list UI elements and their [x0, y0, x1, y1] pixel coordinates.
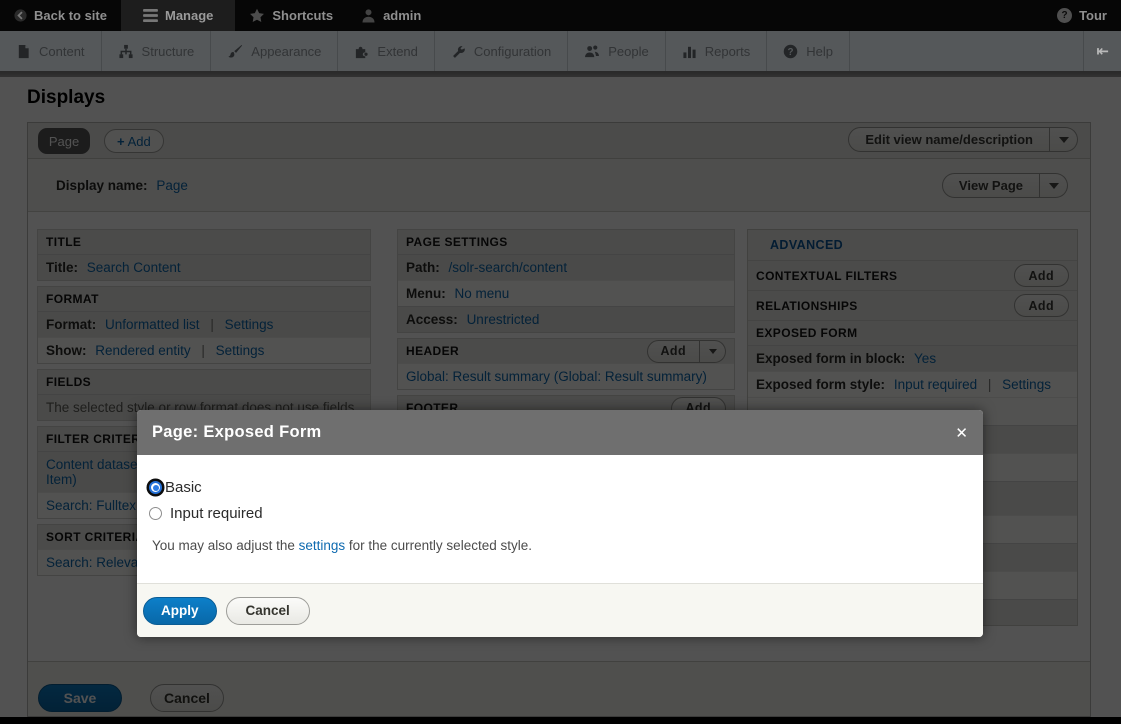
- admin-menu-tray: Content Structure Appearance Extend Conf…: [0, 31, 1121, 71]
- content-icon: [16, 44, 31, 59]
- help-icon: ?: [783, 44, 798, 59]
- menu-item-content[interactable]: Content: [0, 31, 102, 71]
- dialog-title: Page: Exposed Form: [152, 423, 955, 442]
- radio-button-selected[interactable]: [149, 481, 162, 494]
- apply-button[interactable]: Apply: [143, 597, 217, 625]
- user-icon: [361, 8, 376, 23]
- dialog-footer: Apply Cancel: [137, 583, 983, 637]
- settings-link[interactable]: settings: [299, 538, 346, 553]
- radio-option-basic[interactable]: Basic: [149, 479, 968, 496]
- menu-item-configuration[interactable]: Configuration: [435, 31, 568, 71]
- radio-button[interactable]: [149, 507, 162, 520]
- admin-user-tab[interactable]: admin: [347, 0, 435, 31]
- back-arrow-icon: [14, 9, 27, 22]
- menu-item-structure[interactable]: Structure: [102, 31, 212, 71]
- tour-question-icon: ?: [1057, 8, 1072, 23]
- menu-item-people[interactable]: People: [568, 31, 665, 71]
- bar-chart-icon: [682, 44, 697, 59]
- radio-option-input-required[interactable]: Input required: [149, 505, 968, 522]
- wrench-icon: [451, 44, 466, 59]
- hamburger-icon: [143, 9, 158, 22]
- menu-item-help[interactable]: ? Help: [767, 31, 850, 71]
- toolbar-orientation-toggle[interactable]: ⇤: [1083, 31, 1121, 71]
- people-icon: [584, 44, 600, 59]
- admin-toolbar: Back to site Manage Shortcuts admin ? To…: [0, 0, 1121, 31]
- exposed-form-dialog: Page: Exposed Form ✕ Basic Input require…: [137, 410, 983, 637]
- menu-item-extend[interactable]: Extend: [338, 31, 434, 71]
- structure-icon: [118, 44, 134, 59]
- close-icon[interactable]: ✕: [955, 424, 968, 442]
- dialog-cancel-button[interactable]: Cancel: [226, 597, 310, 625]
- puzzle-icon: [354, 44, 369, 59]
- back-to-site-button[interactable]: Back to site: [0, 0, 121, 31]
- dialog-body: Basic Input required You may also adjust…: [137, 455, 983, 583]
- paintbrush-icon: [227, 44, 243, 59]
- page-content: Displays Page + Add Edit view name/descr…: [0, 71, 1121, 724]
- shortcuts-tab[interactable]: Shortcuts: [235, 0, 347, 31]
- tour-button[interactable]: ? Tour: [1043, 0, 1121, 31]
- star-icon: [249, 8, 265, 23]
- dialog-note: You may also adjust the settings for the…: [152, 538, 968, 553]
- collapse-left-icon: ⇤: [1096, 42, 1109, 60]
- svg-text:?: ?: [788, 46, 794, 57]
- dialog-header: Page: Exposed Form ✕: [137, 410, 983, 455]
- manage-tab[interactable]: Manage: [121, 0, 235, 31]
- menu-item-appearance[interactable]: Appearance: [211, 31, 338, 71]
- menu-item-reports[interactable]: Reports: [666, 31, 768, 71]
